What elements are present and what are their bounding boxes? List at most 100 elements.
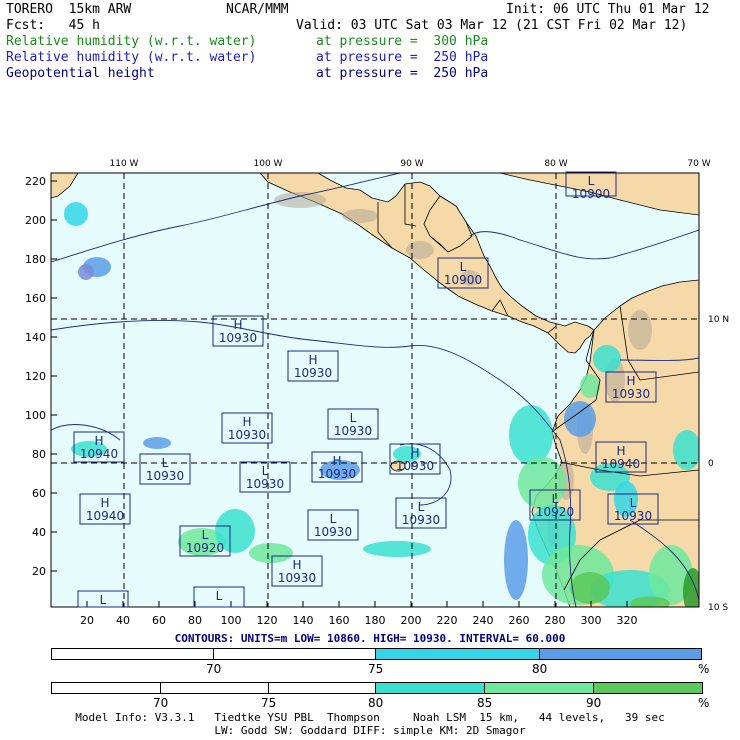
x-tick-label: 140	[293, 614, 314, 627]
hl-value: 10930	[278, 571, 316, 585]
y-tick-label: 180	[25, 253, 46, 266]
y-tick-label: 80	[32, 448, 46, 461]
hl-type: L	[262, 464, 269, 478]
hl-value: 10930	[614, 509, 652, 523]
lon-label: 100 W	[254, 159, 283, 169]
colorbar-segment	[213, 648, 376, 660]
hl-value: 10900	[572, 187, 610, 201]
x-tick-label: 200	[401, 614, 422, 627]
hl-type: H	[332, 454, 341, 468]
colorbar-segment	[484, 682, 594, 694]
colorbar-label: 80	[368, 696, 384, 710]
colorbar-label: 75	[368, 662, 384, 676]
colorbar-label: 70	[206, 662, 222, 676]
x-tick-label: 260	[509, 614, 530, 627]
y-tick-label: 200	[25, 214, 46, 227]
x-tick-label: 180	[365, 614, 386, 627]
hl-type: L	[100, 593, 107, 607]
colorbar-label: 90	[586, 696, 602, 710]
hl-value: 10930	[219, 331, 257, 345]
x-tick-label: 40	[116, 614, 130, 627]
hl-type: L	[202, 528, 209, 542]
y-tick-label: 40	[32, 526, 46, 539]
hl-value: 10940	[602, 457, 640, 471]
colorbar-segment	[51, 648, 214, 660]
physics-info: LW: Godd SW: Goddard DIFF: simple KM: 2D…	[214, 724, 526, 737]
hl-value: 10930	[396, 459, 434, 473]
hl-type: H	[308, 353, 317, 367]
hl-value: 10920	[536, 505, 574, 519]
x-tick-label: 20	[80, 614, 94, 627]
hl-value: 10930	[246, 477, 284, 491]
y-tick-label: 140	[25, 331, 46, 344]
hl-value: 10930	[228, 428, 266, 442]
colorbar-label: 85	[477, 696, 493, 710]
hl-value: 10930	[612, 387, 650, 401]
hl-type: L	[418, 500, 425, 514]
hl-type: L	[552, 492, 559, 506]
hl-type: L	[630, 496, 637, 510]
colorbar-label: %	[698, 696, 710, 710]
hl-value: 10930	[314, 525, 352, 539]
lat-label: 10 N	[708, 315, 729, 325]
y-tick-label: 220	[25, 175, 46, 188]
model-info: Model Info: V3.3.1 Tiedtke YSU PBL Thomp…	[75, 711, 665, 724]
x-tick-label: 280	[545, 614, 566, 627]
hl-type: L	[162, 456, 169, 470]
lon-label: 80 W	[544, 159, 567, 169]
hl-value: 10930	[402, 513, 440, 527]
lon-label: 110 W	[110, 159, 139, 169]
x-tick-label: 100	[221, 614, 242, 627]
x-tick-label: 160	[329, 614, 350, 627]
contour-info: CONTOURS: UNITS=m LOW= 10860. HIGH= 1093…	[174, 632, 566, 645]
y-tick-label: 60	[32, 487, 46, 500]
colorbar-label: 70	[153, 696, 169, 710]
lon-label: 90 W	[400, 159, 423, 169]
colorbar-segment	[375, 682, 485, 694]
hl-type: L	[216, 589, 223, 603]
x-tick-label: 240	[473, 614, 494, 627]
hl-value: 10930	[294, 366, 332, 380]
hl-value: 10930	[334, 424, 372, 438]
colorbar-segment	[593, 682, 703, 694]
lat-label: 0	[708, 459, 714, 469]
colorbar-segment	[160, 682, 269, 694]
colorbar-label: %	[698, 662, 710, 676]
hl-type: H	[233, 318, 242, 332]
hl-type: L	[460, 260, 467, 274]
hl-value: 10930	[318, 467, 356, 481]
hl-type: L	[588, 174, 595, 188]
x-tick-label: 300	[581, 614, 602, 627]
hl-type: L	[350, 411, 357, 425]
hl-value: 10900	[444, 273, 482, 287]
hl-type: H	[292, 558, 301, 572]
hl-type: H	[626, 374, 635, 388]
hl-type: H	[242, 415, 251, 429]
hl-value: 10920	[186, 541, 224, 555]
hl-type: H	[94, 434, 103, 448]
weather-map: 110 W 100 W 90 W 80 W 70 W 10 N 0 10 S 20 4…	[25, 159, 729, 627]
colorbar-label: 80	[532, 662, 548, 676]
colorbar-segment	[375, 648, 540, 660]
lon-label: 70 W	[687, 159, 710, 169]
colorbar-label: 75	[261, 696, 277, 710]
colorbar-segment	[51, 682, 161, 694]
colorbar-segment	[539, 648, 702, 660]
hl-type: H	[100, 496, 109, 510]
y-tick-label: 100	[25, 409, 46, 422]
y-tick-label: 160	[25, 292, 46, 305]
colorbar-segment	[268, 682, 377, 694]
hl-value: 10930	[146, 469, 184, 483]
hl-type: L	[330, 512, 337, 526]
hl-value: 10940	[86, 509, 124, 523]
hl-value: 10940	[80, 447, 118, 461]
lat-label: 10 S	[708, 603, 728, 613]
x-tick-label: 80	[188, 614, 202, 627]
hl-type: H	[410, 446, 419, 460]
x-tick-label: 320	[617, 614, 638, 627]
y-tick-label: 120	[25, 370, 46, 383]
x-tick-label: 120	[257, 614, 278, 627]
hl-type: H	[616, 444, 625, 458]
y-tick-label: 20	[32, 565, 46, 578]
x-tick-label: 220	[437, 614, 458, 627]
